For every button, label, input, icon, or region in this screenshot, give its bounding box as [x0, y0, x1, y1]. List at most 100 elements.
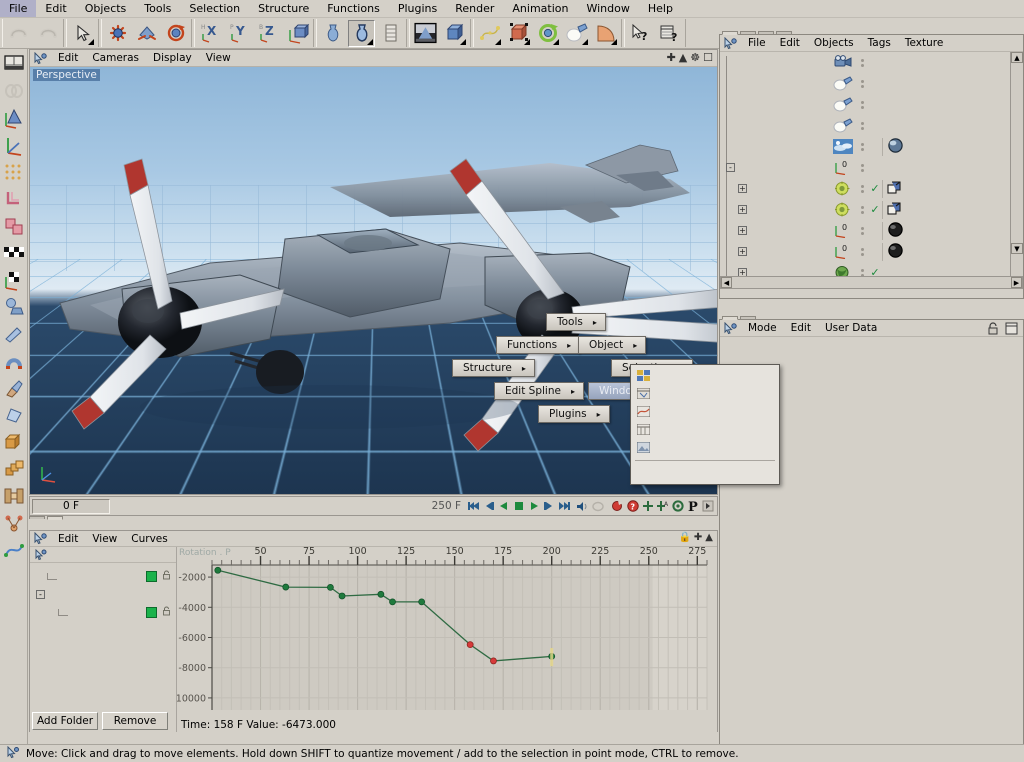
brush-icon[interactable] [1, 375, 27, 401]
polygon-object-icon[interactable] [830, 265, 856, 276]
scale-view-icon[interactable]: ▲ [679, 52, 687, 63]
keyframe-point[interactable] [215, 567, 221, 573]
rotation-key-icon[interactable] [671, 499, 685, 514]
tree-expander[interactable]: + [738, 247, 747, 256]
rotate-icon[interactable] [162, 20, 189, 47]
object-name-cell[interactable]: + [722, 205, 830, 214]
knife-icon[interactable] [1, 321, 27, 347]
sky-material-tag[interactable] [887, 138, 904, 156]
menu-edit[interactable]: Edit [36, 0, 75, 17]
keyframe-point[interactable] [419, 599, 425, 605]
menu-help[interactable]: Help [639, 0, 682, 17]
tab-materials[interactable] [740, 31, 756, 34]
object-tags-cell[interactable] [882, 201, 1010, 219]
camera-scene-icon[interactable] [592, 20, 619, 47]
pointer-select-icon[interactable] [69, 20, 96, 47]
menu-structure[interactable]: Structure [249, 0, 318, 17]
visibility-dots[interactable] [856, 59, 868, 67]
world-axis-icon[interactable] [284, 20, 311, 47]
weld-icon[interactable] [1, 510, 27, 536]
scale-key-icon[interactable]: A [656, 499, 670, 514]
tree-expander[interactable]: - [36, 590, 45, 599]
window-menu-item-attribute-manager[interactable] [631, 421, 779, 439]
maximize-view-icon[interactable]: ☐ [703, 52, 713, 63]
visibility-dots[interactable] [856, 269, 868, 277]
objects-menu-objects[interactable]: Objects [807, 36, 861, 50]
attributes-menu-edit[interactable]: Edit [784, 321, 818, 335]
extrude-icon[interactable] [1, 429, 27, 455]
sound-icon[interactable] [576, 499, 590, 514]
null-object-icon[interactable]: 0 [830, 160, 856, 175]
texture-mode-icon[interactable] [377, 20, 404, 47]
object-row[interactable]: +✓ [720, 178, 1010, 199]
visibility-dots[interactable] [856, 206, 868, 214]
animation-key-icon[interactable] [1, 537, 27, 563]
tree-expander[interactable]: - [726, 163, 735, 172]
move-icon[interactable] [104, 20, 131, 47]
object-row[interactable]: +✓ [720, 199, 1010, 220]
scale-icon[interactable] [133, 20, 160, 47]
menu-tools[interactable]: Tools [135, 0, 180, 17]
attributes-menu-user-data[interactable]: User Data [818, 321, 884, 335]
viewport-menu-edit[interactable]: Edit [51, 51, 85, 65]
parameter-key-icon[interactable]: P [686, 499, 700, 514]
step-back-icon[interactable] [482, 499, 496, 514]
dark-material-tag[interactable] [887, 222, 904, 240]
spline-icon[interactable] [476, 20, 503, 47]
context-button-plugins[interactable]: Plugins ▸ [538, 405, 610, 423]
panel-icon[interactable] [1005, 322, 1018, 338]
texture-tool-icon[interactable] [1, 240, 27, 266]
objects-horizontal-scrollbar[interactable]: ◀ ▶ [720, 276, 1023, 289]
object-name-cell[interactable]: + [722, 184, 830, 193]
edge-mode-icon[interactable] [1, 186, 27, 212]
menu-functions[interactable]: Functions [318, 0, 389, 17]
timeline-more-icon[interactable] [701, 499, 715, 514]
tree-expander[interactable]: + [738, 226, 747, 235]
curve-color-swatch[interactable] [146, 607, 157, 618]
window-menu-item-material-manager[interactable] [631, 367, 779, 385]
sky-object-icon[interactable] [830, 139, 856, 154]
fcurve-plot[interactable]: -2000-4000-6000-8000-1000050751001251501… [177, 547, 717, 732]
visibility-dots[interactable] [856, 80, 868, 88]
stop-icon[interactable] [512, 499, 526, 514]
object-row[interactable]: +0 [720, 220, 1010, 241]
object-tags-cell[interactable] [882, 180, 1010, 198]
object-axis-icon[interactable] [1, 105, 27, 131]
bridge-icon[interactable] [1, 483, 27, 509]
keyframe-point[interactable] [390, 599, 396, 605]
cube-tag[interactable] [887, 201, 906, 219]
menu-selection[interactable]: Selection [180, 0, 249, 17]
light-object-icon[interactable] [830, 118, 856, 133]
menu-animation[interactable]: Animation [503, 0, 577, 17]
fcurve-track-row[interactable] [30, 603, 176, 621]
y-axis-icon[interactable]: YP [226, 20, 253, 47]
viewport-canvas[interactable]: Perspective [30, 67, 717, 494]
step-forward-icon[interactable] [542, 499, 556, 514]
render-settings-icon[interactable] [441, 20, 468, 47]
tree-expander[interactable]: + [738, 205, 747, 214]
instance-object-icon[interactable] [830, 181, 856, 196]
keyframe-point[interactable] [283, 584, 289, 590]
visibility-dots[interactable] [856, 143, 868, 151]
context-button-edit-spline[interactable]: Edit Spline ▸ [494, 382, 584, 400]
object-enabled-check[interactable]: ✓ [868, 266, 882, 276]
move-view-icon[interactable]: ✚ [667, 52, 676, 63]
visibility-dots[interactable] [856, 164, 868, 172]
tab-structure[interactable] [758, 31, 774, 34]
axis-modify-icon[interactable] [1, 132, 27, 158]
object-row[interactable]: +✓ [720, 262, 1010, 276]
record-keyframe-icon[interactable] [611, 499, 625, 514]
current-frame-field[interactable]: 0 F [32, 499, 110, 514]
visibility-dots[interactable] [856, 122, 868, 130]
object-row[interactable]: +0 [720, 241, 1010, 262]
texture-axis-icon[interactable] [1, 267, 27, 293]
context-button-object[interactable]: Object ▸ [578, 336, 646, 354]
objects-menu-tags[interactable]: Tags [861, 36, 898, 50]
autokey-icon[interactable]: ? [626, 499, 640, 514]
render-view-icon[interactable] [412, 20, 439, 47]
dark-material-tag[interactable] [887, 243, 904, 261]
keyframe-point[interactable] [339, 593, 345, 599]
window-menu-item-f-curve-manager[interactable] [631, 403, 779, 421]
add-folder-button[interactable]: Add Folder [32, 712, 98, 730]
tab-coordinates[interactable] [740, 316, 756, 319]
